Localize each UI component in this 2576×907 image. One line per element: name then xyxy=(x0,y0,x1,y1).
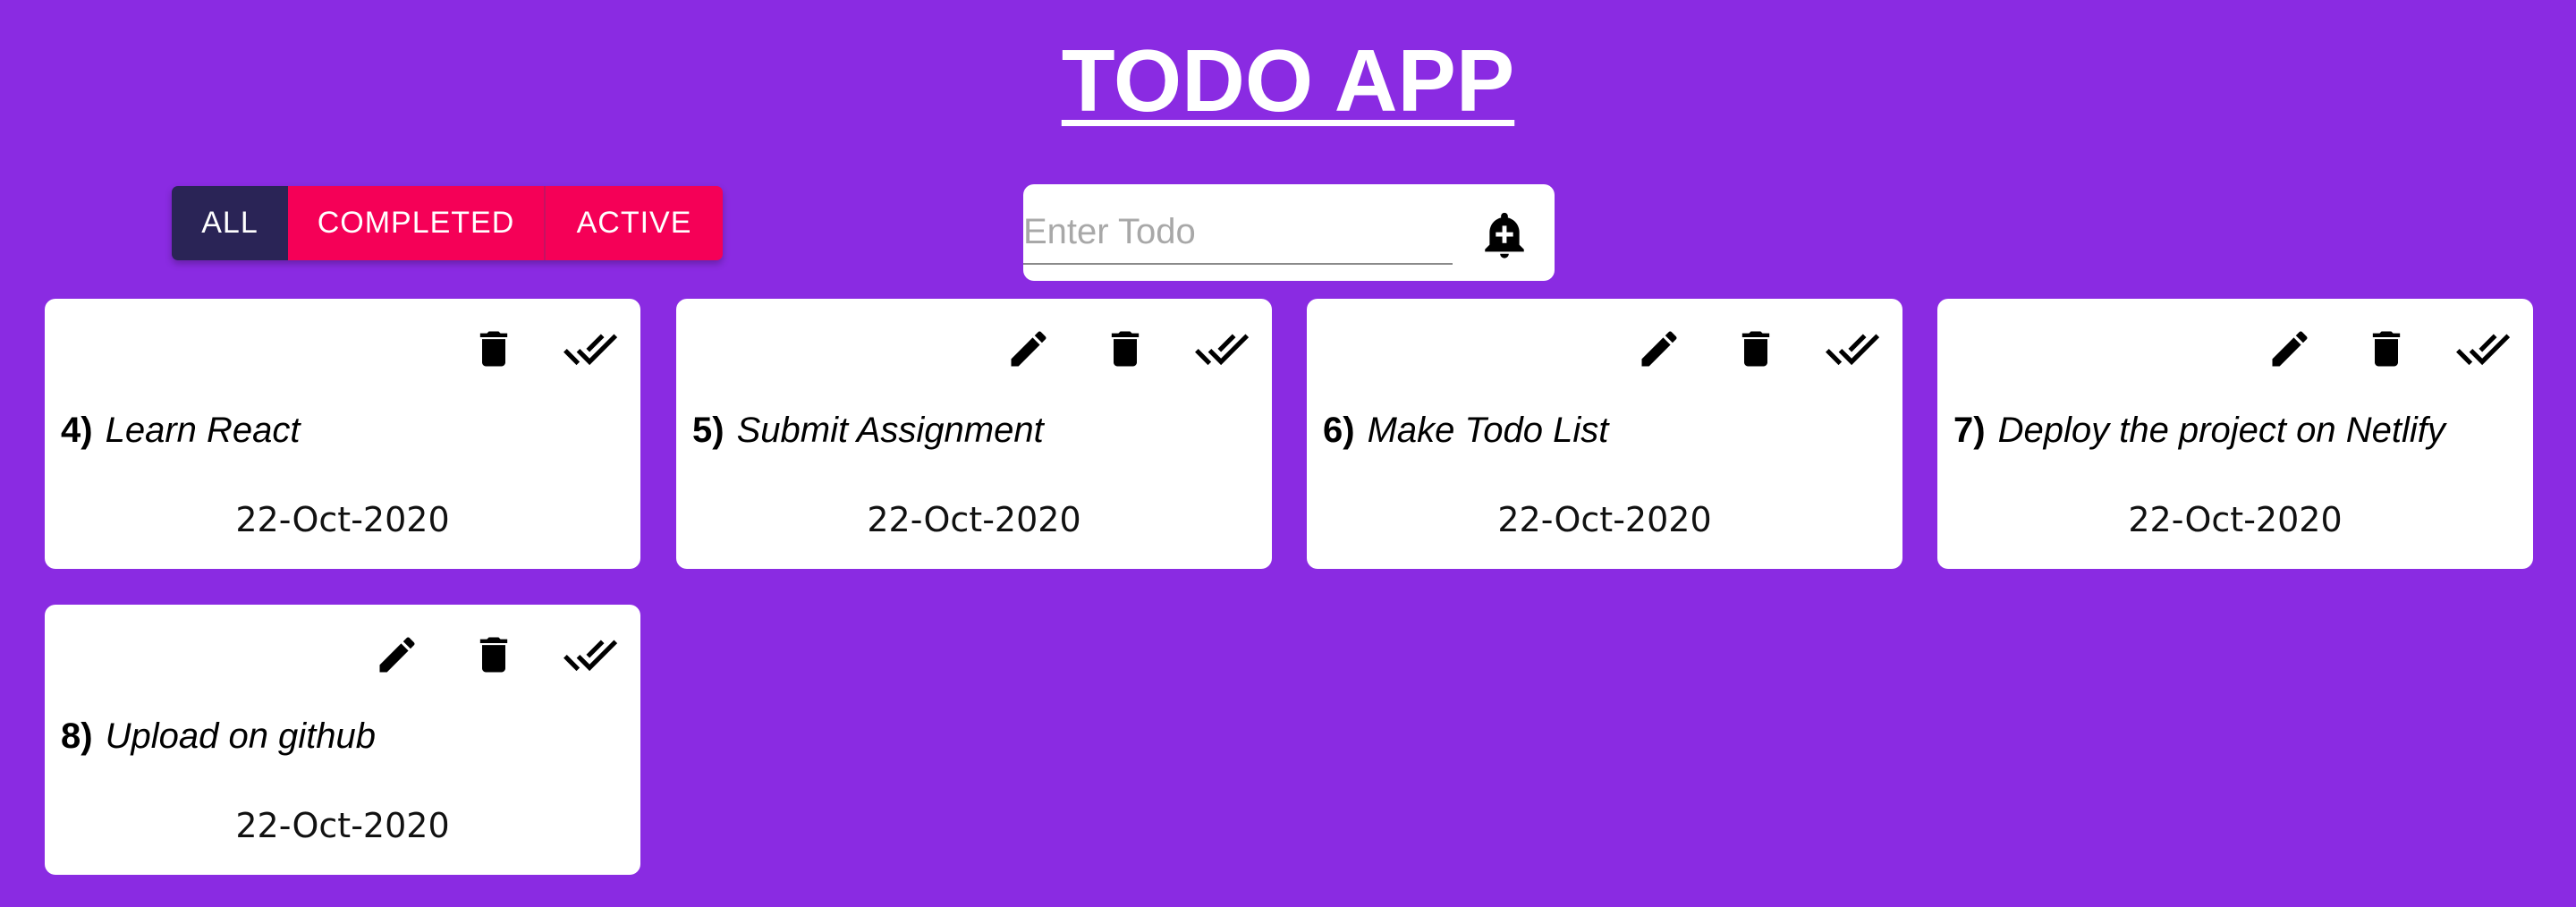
edit-todo-button[interactable] xyxy=(370,628,424,682)
todo-item-line: 4) Learn React xyxy=(61,411,301,451)
delete-todo-button[interactable] xyxy=(2360,322,2413,376)
pencil-icon xyxy=(374,632,420,678)
todo-text: Deploy the project on Netlify xyxy=(1997,411,2445,450)
double-check-icon xyxy=(1194,321,1250,377)
todo-text: Upload on github xyxy=(105,716,377,756)
double-check-icon xyxy=(1825,321,1880,377)
todo-date: 22-Oct-2020 xyxy=(1497,500,1712,539)
todo-item-line: 6) Make Todo List xyxy=(1323,411,1608,451)
todo-number: 4) xyxy=(61,411,93,450)
delete-todo-button[interactable] xyxy=(1729,322,1783,376)
filter-all-button[interactable]: ALL xyxy=(172,186,288,260)
todo-actions xyxy=(1307,322,1902,376)
filter-button-group: ALL COMPLETED ACTIVE xyxy=(172,186,723,260)
todo-number: 5) xyxy=(692,411,724,450)
todo-card: 6) Make Todo List 22-Oct-2020 xyxy=(1307,299,1902,569)
filter-active-button[interactable]: ACTIVE xyxy=(546,186,723,260)
todo-date: 22-Oct-2020 xyxy=(2128,500,2343,539)
todo-actions xyxy=(45,322,640,376)
double-check-icon xyxy=(2455,321,2511,377)
trash-icon xyxy=(1733,326,1779,372)
todo-date: 22-Oct-2020 xyxy=(235,500,450,539)
double-check-icon xyxy=(563,321,618,377)
todo-card: 8) Upload on github 22-Oct-2020 xyxy=(45,605,640,875)
app-title: TODO APP xyxy=(0,27,2576,134)
complete-todo-button[interactable] xyxy=(1194,321,1250,377)
todo-number: 7) xyxy=(1953,411,1986,450)
trash-icon xyxy=(1102,326,1148,372)
pencil-icon xyxy=(1005,326,1052,372)
edit-todo-button[interactable] xyxy=(1632,322,1686,376)
edit-todo-button[interactable] xyxy=(2263,322,2317,376)
pencil-icon xyxy=(1636,326,1682,372)
complete-todo-button[interactable] xyxy=(2455,321,2511,377)
todo-text: Learn React xyxy=(105,411,301,450)
todo-card: 4) Learn React 22-Oct-2020 xyxy=(45,299,640,569)
delete-todo-button[interactable] xyxy=(1098,322,1152,376)
todo-actions xyxy=(1937,322,2533,376)
todo-item-line: 8) Upload on github xyxy=(61,716,376,757)
trash-icon xyxy=(470,326,517,372)
todo-number: 6) xyxy=(1323,411,1355,450)
filter-completed-button[interactable]: COMPLETED xyxy=(288,186,546,260)
add-todo-button[interactable] xyxy=(1470,202,1538,270)
todo-date: 22-Oct-2020 xyxy=(867,500,1081,539)
todo-text: Make Todo List xyxy=(1367,411,1609,450)
todo-actions xyxy=(45,628,640,682)
complete-todo-button[interactable] xyxy=(563,321,618,377)
todo-number: 8) xyxy=(61,716,93,756)
pencil-icon xyxy=(2267,326,2313,372)
edit-todo-button[interactable] xyxy=(1002,322,1055,376)
todo-card: 7) Deploy the project on Netlify 22-Oct-20… xyxy=(1937,299,2533,569)
todo-input[interactable] xyxy=(1023,200,1453,265)
todo-item-line: 5) Submit Assignment xyxy=(692,411,1044,451)
add-alert-icon xyxy=(1479,208,1530,265)
complete-todo-button[interactable] xyxy=(563,627,618,682)
todo-item-line: 7) Deploy the project on Netlify xyxy=(1953,411,2445,451)
delete-todo-button[interactable] xyxy=(467,322,521,376)
todo-input-panel xyxy=(1023,184,1555,281)
todo-card: 5) Submit Assignment 22-Oct-2020 xyxy=(676,299,1272,569)
delete-todo-button[interactable] xyxy=(467,628,521,682)
todo-text: Submit Assignment xyxy=(736,411,1044,450)
todo-date: 22-Oct-2020 xyxy=(235,806,450,845)
double-check-icon xyxy=(563,627,618,682)
trash-icon xyxy=(2363,326,2410,372)
todo-actions xyxy=(676,322,1272,376)
trash-icon xyxy=(470,632,517,678)
app-title-text: TODO APP xyxy=(1061,31,1515,130)
complete-todo-button[interactable] xyxy=(1825,321,1880,377)
